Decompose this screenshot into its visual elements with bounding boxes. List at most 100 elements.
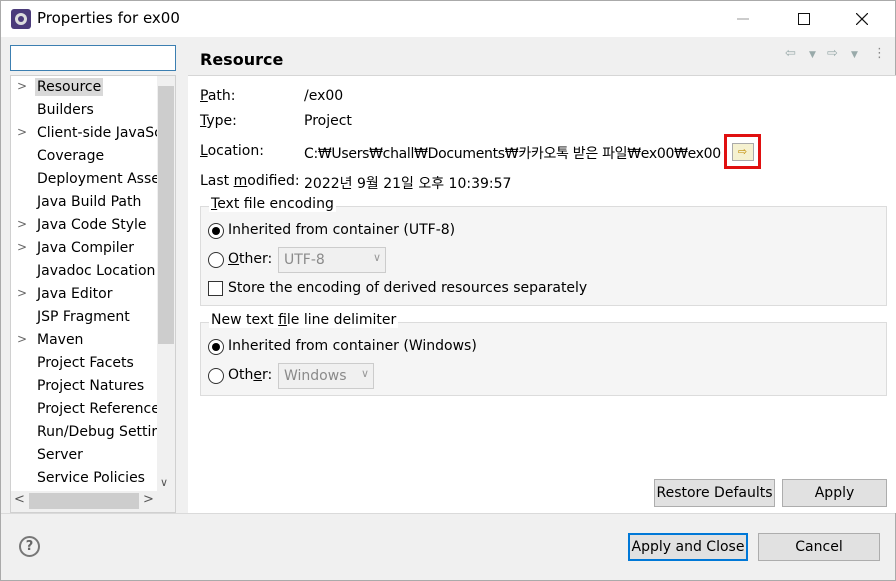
open-folder-icon: ⇨ <box>731 142 754 161</box>
tree-item[interactable]: Javadoc Location <box>11 261 158 283</box>
apply-and-close-button[interactable]: Apply and Close <box>628 533 748 561</box>
tree-item-label: Project Facets <box>37 355 134 371</box>
tree-horizontal-scrollbar[interactable]: < > <box>11 491 175 512</box>
title-bar: Properties for ex00 <box>1 1 895 37</box>
expand-chevron-icon[interactable]: > <box>17 79 29 97</box>
tree-item-label: Resource <box>35 78 104 96</box>
cancel-button[interactable]: Cancel <box>758 533 880 561</box>
maximize-icon <box>798 13 810 25</box>
preference-tree: > Resource Builders > Client-side JavaSc Cove… <box>10 75 176 513</box>
tree-item[interactable]: Project Natures <box>11 376 158 398</box>
filter-input[interactable] <box>10 45 176 71</box>
encoding-inherited-label: Inherited from container (UTF-8) <box>228 222 456 238</box>
tree-item[interactable]: Run/Debug Settir <box>11 422 158 444</box>
tree-item[interactable]: Java Build Path <box>11 192 158 214</box>
tree-item[interactable]: Project Facets <box>11 353 158 375</box>
scrollbar-thumb[interactable] <box>158 86 174 344</box>
tree-item-label: JSP Fragment <box>37 309 130 325</box>
close-icon <box>856 13 868 25</box>
maximize-button[interactable] <box>781 1 827 37</box>
store-derived-label: Store the encoding of derived resources … <box>228 280 588 296</box>
scroll-down-icon[interactable]: ∨ <box>160 476 168 489</box>
tree-item-label: Javadoc Location <box>37 263 156 279</box>
tree-item[interactable]: JSP Fragment <box>11 307 158 329</box>
tree-item[interactable]: Service Policies <box>11 468 158 490</box>
tree-item-label: Maven <box>37 332 84 348</box>
tree-item-label: Deployment Asser <box>37 171 158 187</box>
tree-item[interactable]: Server <box>11 445 158 467</box>
tree-item-label: Builders <box>37 102 94 118</box>
delimiter-other-value: Windows <box>284 368 347 384</box>
restore-defaults-button[interactable]: Restore Defaults <box>654 479 775 507</box>
tree-item-label: Client-side JavaSc <box>37 125 158 141</box>
tree-item[interactable]: Builders <box>11 100 158 122</box>
encoding-other-label: Other: <box>228 251 273 267</box>
location-label: Location: <box>200 143 264 159</box>
tree-item-label: Coverage <box>37 148 105 164</box>
delimiter-other-radio[interactable] <box>208 368 224 384</box>
forward-arrow-icon[interactable]: ⇨ <box>827 46 838 61</box>
tree-item-label: Server <box>37 447 83 463</box>
scrollbar-thumb[interactable] <box>29 493 139 509</box>
tree-list: > Resource Builders > Client-side JavaSc Cove… <box>11 76 158 491</box>
expand-chevron-icon[interactable]: > <box>17 217 29 235</box>
encoding-other-select[interactable]: UTF-8 ∨ <box>278 247 386 273</box>
tree-item[interactable]: Project Reference <box>11 399 158 421</box>
expand-chevron-icon[interactable]: > <box>17 332 29 350</box>
path-label: Path: <box>200 88 236 104</box>
tree-item[interactable]: > Client-side JavaSc <box>11 123 158 145</box>
encoding-other-value: UTF-8 <box>284 252 325 268</box>
encoding-inherited-radio[interactable] <box>208 223 224 239</box>
minimize-button[interactable] <box>720 1 766 37</box>
page-title: Resource <box>200 50 284 69</box>
delimiter-inherited-label: Inherited from container (Windows) <box>228 338 477 354</box>
tree-item-label: Project Reference <box>37 401 158 417</box>
last-modified-value: 2022년 9월 21일 오후 10:39:57 <box>304 176 512 192</box>
chevron-down-icon: ∨ <box>360 367 369 380</box>
last-modified-label: Last modified: <box>200 173 300 189</box>
type-value: Project <box>304 113 352 129</box>
view-menu-icon[interactable]: ⋮ <box>873 46 886 61</box>
back-menu-chevron-icon[interactable]: ▼ <box>809 50 816 60</box>
properties-dialog: Properties for ex00 > Resource Builders > Cl… <box>0 0 896 581</box>
tree-item-label: Service Policies <box>37 470 145 486</box>
scroll-right-icon[interactable]: > <box>143 492 154 507</box>
expand-chevron-icon[interactable]: > <box>17 125 29 143</box>
back-arrow-icon[interactable]: ⇦ <box>785 46 796 61</box>
type-label: Type: <box>200 113 237 129</box>
text-encoding-title: Text file encoding <box>209 196 336 212</box>
tree-item[interactable]: > Java Code Style <box>11 215 158 237</box>
delimiter-inherited-radio[interactable] <box>208 339 224 355</box>
eclipse-gear-icon <box>11 9 31 29</box>
tree-item-label: Run/Debug Settir <box>37 424 158 440</box>
tree-item[interactable]: Coverage <box>11 146 158 168</box>
delimiter-other-label: Other: <box>228 367 273 383</box>
store-derived-checkbox[interactable] <box>208 281 223 296</box>
tree-vertical-scrollbar[interactable]: ∨ <box>157 76 175 491</box>
tree-item[interactable]: > Resource <box>11 77 158 99</box>
apply-button[interactable]: Apply <box>782 479 887 507</box>
help-icon[interactable]: ? <box>19 536 40 557</box>
show-in-explorer-button[interactable]: ⇨ <box>724 134 761 169</box>
encoding-other-radio[interactable] <box>208 252 224 268</box>
line-delimiter-title: New text file line delimiter <box>209 312 399 328</box>
path-value: /ex00 <box>304 88 344 104</box>
tree-item[interactable]: > Maven <box>11 330 158 352</box>
tree-item-label: Java Code Style <box>37 217 147 233</box>
chevron-down-icon: ∨ <box>372 251 381 264</box>
tree-item-label: Java Editor <box>37 286 113 302</box>
tree-item-label: Java Compiler <box>37 240 135 256</box>
expand-chevron-icon[interactable]: > <box>17 240 29 258</box>
forward-menu-chevron-icon[interactable]: ▼ <box>851 50 858 60</box>
expand-chevron-icon[interactable]: > <box>17 286 29 304</box>
tree-item[interactable]: Deployment Asser <box>11 169 158 191</box>
location-value: C:₩Users₩chall₩Documents₩카카오톡 받은 파일₩ex00… <box>304 146 721 162</box>
footer-divider <box>1 513 895 514</box>
tree-item-label: Java Build Path <box>37 194 142 210</box>
tree-item[interactable]: > Java Compiler <box>11 238 158 260</box>
tree-item[interactable]: > Java Editor <box>11 284 158 306</box>
scroll-left-icon[interactable]: < <box>14 492 25 507</box>
minimize-icon <box>737 18 749 20</box>
delimiter-other-select[interactable]: Windows ∨ <box>278 363 374 389</box>
close-button[interactable] <box>839 1 885 37</box>
